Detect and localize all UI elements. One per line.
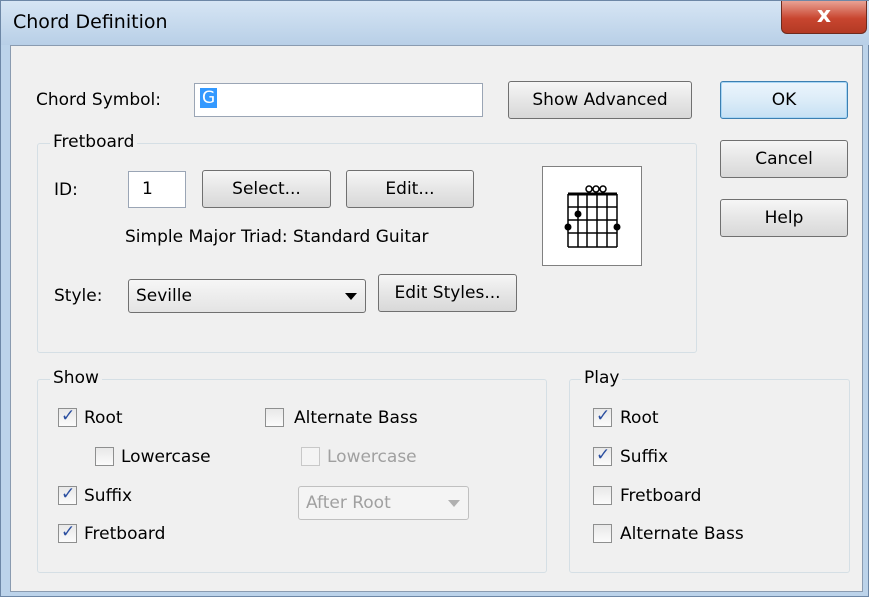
play-suffix-checkbox[interactable]: ✓ (593, 445, 612, 466)
edit-fretboard-button[interactable]: Edit... (346, 170, 474, 208)
id-label: ID: (54, 180, 78, 200)
checkmark-icon: ✓ (596, 406, 611, 426)
play-fretboard-checkbox[interactable] (593, 486, 612, 505)
alt-bass-lowercase-checkbox[interactable] (301, 447, 320, 466)
edit-styles-button[interactable]: Edit Styles... (378, 274, 517, 312)
show-suffix-label[interactable]: Suffix (84, 486, 132, 506)
close-icon: x (816, 3, 832, 28)
show-fretboard-label[interactable]: Fretboard (84, 524, 165, 544)
fretboard-diagram-preview[interactable] (542, 166, 642, 266)
checkmark-icon: ✓ (596, 445, 611, 465)
play-alternate-bass-label[interactable]: Alternate Bass (620, 524, 744, 544)
ok-button[interactable]: OK (720, 81, 848, 119)
alt-bass-position-value: After Root (306, 493, 391, 513)
id-value: 1 (142, 179, 153, 199)
chord-symbol-value: G (200, 88, 218, 108)
title-bar[interactable]: Chord Definition x (1, 1, 869, 45)
close-button[interactable]: x (781, 1, 867, 34)
style-dropdown[interactable]: Seville (128, 279, 366, 313)
show-fretboard-checkbox[interactable]: ✓ (58, 522, 77, 543)
select-fretboard-button[interactable]: Select... (202, 170, 331, 208)
cancel-button[interactable]: Cancel (720, 140, 848, 178)
show-alternate-bass-checkbox[interactable] (265, 408, 284, 427)
help-button[interactable]: Help (720, 199, 848, 237)
chevron-down-icon (448, 500, 460, 507)
fretboard-description: Simple Major Triad: Standard Guitar (125, 227, 429, 247)
chord-definition-dialog: Chord Definition x Chord Symbol: G Show … (0, 0, 869, 597)
show-alternate-bass-label[interactable]: Alternate Bass (294, 408, 418, 428)
style-label: Style: (54, 286, 103, 306)
alt-bass-position-dropdown[interactable]: After Root (298, 486, 469, 520)
fretboard-group-title: Fretboard (50, 132, 138, 152)
guitar-chord-diagram-icon (564, 185, 621, 248)
play-suffix-label[interactable]: Suffix (620, 447, 668, 467)
show-lowercase-checkbox[interactable] (95, 447, 114, 466)
play-fretboard-label[interactable]: Fretboard (620, 486, 701, 506)
checkmark-icon: ✓ (61, 406, 76, 426)
show-root-checkbox[interactable]: ✓ (58, 406, 77, 427)
play-group-title: Play (581, 368, 623, 388)
play-root-checkbox[interactable]: ✓ (593, 406, 612, 427)
show-root-label[interactable]: Root (84, 408, 123, 428)
dialog-body: Chord Symbol: G Show Advanced OK Cancel … (10, 45, 863, 592)
id-input[interactable]: 1 (128, 171, 186, 208)
window-title: Chord Definition (13, 11, 168, 33)
checkmark-icon: ✓ (61, 484, 76, 504)
chord-symbol-label: Chord Symbol: (36, 90, 161, 110)
chord-symbol-input[interactable]: G (194, 83, 483, 117)
play-alternate-bass-checkbox[interactable] (593, 524, 612, 543)
checkmark-icon: ✓ (61, 522, 76, 542)
show-group-title: Show (50, 368, 102, 388)
show-advanced-button[interactable]: Show Advanced (508, 81, 692, 119)
show-suffix-checkbox[interactable]: ✓ (58, 484, 77, 505)
chevron-down-icon (345, 293, 357, 300)
show-lowercase-label[interactable]: Lowercase (121, 447, 211, 467)
alt-bass-lowercase-label: Lowercase (327, 447, 417, 467)
play-root-label[interactable]: Root (620, 408, 659, 428)
style-value: Seville (136, 286, 192, 306)
